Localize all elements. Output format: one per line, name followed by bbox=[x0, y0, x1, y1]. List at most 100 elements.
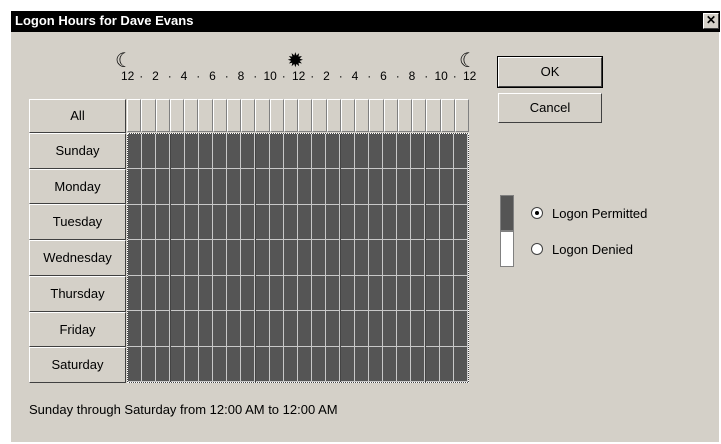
hour-cell[interactable] bbox=[340, 169, 355, 205]
hour-cell[interactable] bbox=[383, 275, 398, 312]
hour-cell[interactable] bbox=[312, 204, 327, 241]
hour-cell[interactable] bbox=[269, 346, 284, 382]
logon-denied-option[interactable]: Logon Denied bbox=[531, 240, 633, 258]
hour-column-button[interactable] bbox=[412, 99, 427, 132]
day-row-button-sunday[interactable]: Sunday bbox=[29, 133, 126, 169]
hour-cell[interactable] bbox=[213, 311, 228, 347]
hour-cell[interactable] bbox=[184, 240, 199, 276]
hour-cell[interactable] bbox=[340, 134, 355, 170]
hour-cell[interactable] bbox=[213, 275, 228, 312]
hour-cell[interactable] bbox=[354, 204, 369, 241]
hour-cell[interactable] bbox=[241, 169, 256, 205]
hour-cell[interactable] bbox=[439, 346, 454, 382]
hour-cell[interactable] bbox=[383, 240, 398, 276]
hour-cell[interactable] bbox=[383, 134, 398, 170]
hour-cell[interactable] bbox=[283, 240, 298, 276]
hour-cell[interactable] bbox=[128, 240, 143, 276]
hour-cell[interactable] bbox=[354, 134, 369, 170]
hour-column-button[interactable] bbox=[369, 99, 384, 132]
hour-cell[interactable] bbox=[312, 169, 327, 205]
hour-cell[interactable] bbox=[298, 275, 313, 312]
hour-cell[interactable] bbox=[453, 169, 468, 205]
hour-cell[interactable] bbox=[227, 134, 242, 170]
hour-cell[interactable] bbox=[227, 346, 242, 382]
hour-cell[interactable] bbox=[227, 240, 242, 276]
hour-cell[interactable] bbox=[156, 240, 171, 276]
hour-cell[interactable] bbox=[255, 311, 270, 347]
day-row-button-thursday[interactable]: Thursday bbox=[29, 275, 126, 312]
hour-cell[interactable] bbox=[453, 204, 468, 241]
hour-cell[interactable] bbox=[397, 204, 412, 241]
close-button[interactable]: ✕ bbox=[703, 13, 719, 29]
hour-cell[interactable] bbox=[184, 204, 199, 241]
hour-cell[interactable] bbox=[156, 204, 171, 241]
hour-cell[interactable] bbox=[411, 240, 426, 276]
hour-cell[interactable] bbox=[198, 240, 213, 276]
hour-cell[interactable] bbox=[184, 134, 199, 170]
hour-cell[interactable] bbox=[255, 169, 270, 205]
hour-cell[interactable] bbox=[368, 240, 383, 276]
hour-column-button[interactable] bbox=[298, 99, 313, 132]
hour-cell[interactable] bbox=[255, 204, 270, 241]
hour-column-button[interactable] bbox=[440, 99, 455, 132]
select-all-button[interactable]: All bbox=[29, 99, 126, 133]
cancel-button[interactable]: Cancel bbox=[498, 93, 602, 123]
hour-cell[interactable] bbox=[439, 311, 454, 347]
hour-cell[interactable] bbox=[142, 275, 157, 312]
hour-cell[interactable] bbox=[213, 240, 228, 276]
hour-cell[interactable] bbox=[198, 204, 213, 241]
hour-cell[interactable] bbox=[312, 240, 327, 276]
hour-cell[interactable] bbox=[283, 346, 298, 382]
hour-cell[interactable] bbox=[269, 311, 284, 347]
hour-cell[interactable] bbox=[184, 169, 199, 205]
hour-cell[interactable] bbox=[241, 134, 256, 170]
hour-cell[interactable] bbox=[397, 134, 412, 170]
hour-cell[interactable] bbox=[198, 346, 213, 382]
hour-cell[interactable] bbox=[227, 311, 242, 347]
hour-cell[interactable] bbox=[128, 346, 143, 382]
hour-cell[interactable] bbox=[269, 134, 284, 170]
hour-cell[interactable] bbox=[198, 311, 213, 347]
hour-column-button[interactable] bbox=[141, 99, 156, 132]
hour-cell[interactable] bbox=[368, 311, 383, 347]
hour-cell[interactable] bbox=[128, 275, 143, 312]
hour-cell[interactable] bbox=[128, 169, 143, 205]
hour-cell[interactable] bbox=[255, 134, 270, 170]
hour-cell[interactable] bbox=[198, 134, 213, 170]
hour-cell[interactable] bbox=[340, 204, 355, 241]
hour-cell[interactable] bbox=[354, 275, 369, 312]
hour-column-button[interactable] bbox=[212, 99, 227, 132]
hour-cell[interactable] bbox=[411, 169, 426, 205]
hour-cell[interactable] bbox=[184, 275, 199, 312]
hour-cell[interactable] bbox=[156, 311, 171, 347]
hour-cell[interactable] bbox=[170, 346, 185, 382]
hour-column-button[interactable] bbox=[326, 99, 341, 132]
hour-cell[interactable] bbox=[368, 204, 383, 241]
hour-cell[interactable] bbox=[298, 134, 313, 170]
hour-cell[interactable] bbox=[383, 311, 398, 347]
hour-cell[interactable] bbox=[397, 275, 412, 312]
hour-cell[interactable] bbox=[255, 346, 270, 382]
hour-cell[interactable] bbox=[170, 204, 185, 241]
day-row-button-monday[interactable]: Monday bbox=[29, 168, 126, 205]
hour-cell[interactable] bbox=[298, 169, 313, 205]
hour-cell[interactable] bbox=[170, 311, 185, 347]
hour-column-button[interactable] bbox=[426, 99, 441, 132]
hour-column-button[interactable] bbox=[355, 99, 370, 132]
hour-cell[interactable] bbox=[269, 240, 284, 276]
hour-cell[interactable] bbox=[170, 169, 185, 205]
hour-column-button[interactable] bbox=[255, 99, 270, 132]
hour-cell[interactable] bbox=[170, 134, 185, 170]
hour-cell[interactable] bbox=[198, 275, 213, 312]
hour-column-button[interactable] bbox=[397, 99, 412, 132]
hour-cell[interactable] bbox=[340, 311, 355, 347]
hour-column-button[interactable] bbox=[226, 99, 241, 132]
day-row-button-saturday[interactable]: Saturday bbox=[29, 347, 126, 383]
hour-cell[interactable] bbox=[142, 311, 157, 347]
hour-cell[interactable] bbox=[283, 169, 298, 205]
hour-cell[interactable] bbox=[283, 204, 298, 241]
hour-cell[interactable] bbox=[128, 311, 143, 347]
hour-cell[interactable] bbox=[156, 346, 171, 382]
hour-cell[interactable] bbox=[383, 204, 398, 241]
hour-cell[interactable] bbox=[326, 275, 341, 312]
